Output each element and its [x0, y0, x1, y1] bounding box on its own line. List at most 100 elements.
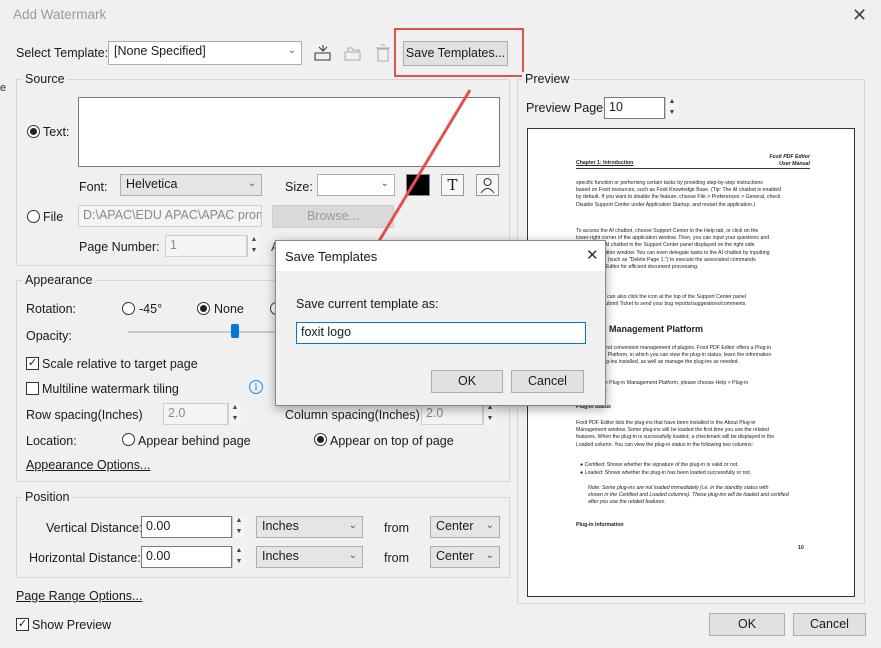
row-spacing-spinner[interactable]: ▲ ▼	[228, 403, 241, 425]
doc-bullet-1: ● Certified: Shows whether the signature…	[580, 462, 739, 468]
file-path-input[interactable]: D:\APAC\EDU APAC\APAC promo	[78, 205, 262, 227]
opacity-slider-track[interactable]	[128, 331, 276, 333]
horizontal-distance-spinner[interactable]: ▲ ▼	[232, 546, 245, 568]
preview-page-spinner[interactable]: ▲ ▼	[665, 97, 678, 119]
vertical-unit-select[interactable]: Inches ⌄	[256, 516, 363, 538]
person-icon[interactable]	[476, 174, 499, 196]
show-preview-checkbox[interactable]: ✓	[16, 618, 29, 631]
template-select-value: [None Specified]	[114, 44, 206, 58]
chevron-down-icon: ⌄	[380, 178, 389, 189]
scale-label: Scale relative to target page	[42, 357, 198, 371]
horizontal-distance-input[interactable]: 0.00	[141, 546, 232, 568]
ontop-radio[interactable]	[314, 433, 327, 446]
color-swatch[interactable]	[406, 174, 430, 196]
opacity-slider-thumb[interactable]	[230, 324, 239, 338]
horizontal-from-select[interactable]: Center ⌄	[430, 546, 500, 568]
save-templates-dialog: Save Templates ✕ Save current template a…	[275, 240, 606, 406]
doc-line: based on Foxit resources, such as Foxit …	[576, 187, 782, 194]
dialog-prompt: Save current template as:	[296, 297, 439, 311]
behind-label: Appear behind page	[138, 434, 251, 448]
size-label: Size:	[285, 180, 313, 194]
tiling-label: Multiline watermark tiling	[42, 382, 179, 396]
font-label: Font:	[79, 180, 108, 194]
doc-note: Note: Some plug-ins are not loaded immed…	[588, 485, 789, 507]
preview-page-input[interactable]: 10	[604, 97, 665, 119]
chevron-down-icon: ⌄	[287, 45, 296, 56]
doc-line: Foxit PDF Editor lists the plug-ins that…	[576, 420, 756, 426]
horizontal-unit-select[interactable]: Inches ⌄	[256, 546, 363, 568]
template-select[interactable]: [None Specified] ⌄	[108, 41, 302, 65]
scale-checkbox[interactable]: ✓	[26, 357, 39, 370]
vertical-from-select[interactable]: Center ⌄	[430, 516, 500, 538]
column-spacing-input[interactable]: 2.0	[421, 403, 483, 425]
column-spacing-spinner[interactable]: ▲ ▼	[483, 403, 496, 425]
watermark-text-area[interactable]	[78, 97, 500, 167]
delete-template-icon[interactable]	[374, 43, 392, 63]
vertical-unit-value: Inches	[262, 519, 299, 533]
doc-line: Note: Some plug-ins are not loaded immed…	[588, 485, 769, 491]
rotation-none-radio[interactable]	[197, 302, 210, 315]
ok-button[interactable]: OK	[709, 613, 785, 636]
load-template-icon[interactable]	[343, 44, 363, 62]
doc-line: features. When the plug-in is successful…	[576, 434, 775, 441]
window-title: Add Watermark	[13, 7, 107, 22]
file-radio[interactable]	[27, 210, 40, 223]
rotation-label: Rotation:	[26, 302, 77, 316]
file-radio-label: File	[43, 210, 64, 224]
behind-radio[interactable]	[122, 433, 135, 446]
text-radio[interactable]	[27, 125, 40, 138]
dialog-close-icon[interactable]: ✕	[586, 246, 599, 264]
vertical-distance-input[interactable]: 0.00	[141, 516, 232, 538]
row-spacing-input[interactable]: 2.0	[163, 403, 228, 425]
appearance-options-link[interactable]: Appearance Options...	[26, 458, 150, 472]
doc-page-number: 10	[798, 545, 804, 551]
doc-bullet-text: Loaded: Shows whether the plug-in has be…	[584, 470, 752, 476]
preview-page-label: Preview Page:	[526, 101, 607, 115]
column-spacing-label: Column spacing(Inches)	[285, 408, 420, 422]
size-select[interactable]: ⌄	[317, 174, 395, 196]
doc-line: after you use the related features.	[588, 499, 666, 506]
page-number-spinner[interactable]: ▲ ▼	[247, 235, 260, 257]
left-edge-mark: e	[0, 82, 7, 94]
doc-p1: specific function or performing certain …	[576, 180, 781, 209]
chevron-down-icon: ⌄	[348, 520, 357, 531]
font-select-value: Helvetica	[126, 177, 178, 191]
template-name-input[interactable]: foxit logo	[296, 322, 586, 344]
ontop-label: Appear on top of page	[330, 434, 454, 448]
vertical-distance-spinner[interactable]: ▲ ▼	[232, 516, 245, 538]
horizontal-from-value: Center	[436, 549, 474, 563]
chevron-down-icon: ⌄	[485, 520, 494, 531]
vertical-distance-label: Vertical Distance:	[46, 521, 143, 535]
doc-p6: Foxit PDF Editor lists the plug-ins that…	[576, 420, 774, 449]
page-number-input[interactable]: 1	[165, 235, 247, 257]
cancel-button[interactable]: Cancel	[793, 613, 866, 636]
doc-line: shown in the Certified and Loaded column…	[588, 492, 789, 499]
rotation-neg45-radio[interactable]	[122, 302, 135, 315]
source-group-label: Source	[22, 72, 68, 86]
font-select[interactable]: Helvetica ⌄	[120, 174, 262, 196]
position-group-label: Position	[22, 490, 73, 504]
rotation-neg45-label: -45°	[139, 302, 163, 316]
chevron-down-icon: ⌄	[247, 178, 256, 189]
tiling-checkbox[interactable]	[26, 382, 39, 395]
dialog-ok-button[interactable]: OK	[431, 370, 503, 393]
info-icon[interactable]: i	[249, 380, 263, 394]
dialog-title: Save Templates	[285, 249, 378, 264]
dialog-cancel-button[interactable]: Cancel	[511, 370, 584, 393]
close-icon[interactable]: ✕	[852, 5, 867, 26]
doc-header: Foxit PDF Editor User Manual	[740, 154, 810, 168]
browse-button[interactable]: Browse...	[272, 205, 394, 228]
doc-line: by default. If you want to disable the f…	[576, 194, 781, 201]
horizontal-distance-label: Horizontal Distance:	[29, 551, 141, 565]
show-preview-label: Show Preview	[32, 618, 112, 632]
doc-line: Loaded column. You can view the plug-in …	[576, 441, 754, 448]
rotation-none-label: None	[214, 302, 244, 316]
doc-header-1: Foxit PDF Editor	[769, 154, 810, 160]
text-radio-label: Text:	[43, 125, 70, 139]
vertical-from-label: from	[384, 521, 409, 535]
page-number-label: Page Number:	[79, 240, 160, 254]
save-template-icon[interactable]	[313, 44, 333, 62]
page-range-options-link[interactable]: Page Range Options...	[16, 589, 142, 603]
doc-heading-4: Plug-in Information	[576, 522, 624, 528]
text-format-icon[interactable]: T	[441, 174, 464, 196]
